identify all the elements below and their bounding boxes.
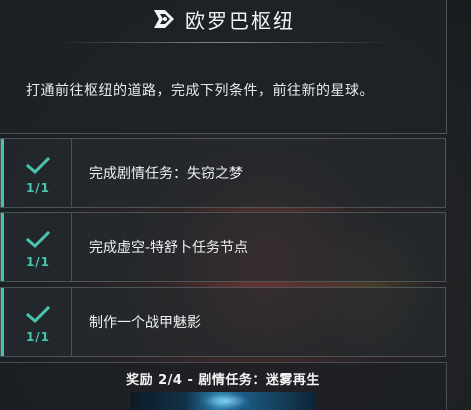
divider bbox=[55, 42, 395, 43]
task-row: 1/1 制作一个战甲魅影 bbox=[0, 287, 446, 357]
task-label: 制作一个战甲魅影 bbox=[89, 315, 201, 331]
checkmark-icon bbox=[26, 231, 50, 249]
checkmark-icon bbox=[26, 306, 50, 324]
task-progress: 1/1 bbox=[25, 255, 51, 269]
task-progress: 1/1 bbox=[25, 330, 51, 344]
panel-header: 欧罗巴枢纽 bbox=[0, 0, 446, 38]
relay-node-icon bbox=[154, 10, 174, 28]
task-label: 完成虚空-特舒卜任务节点 bbox=[89, 240, 249, 256]
reward-glow bbox=[200, 392, 250, 410]
reward-panel: 奖励 2/4 - 剧情任务：迷雾再生 bbox=[0, 362, 447, 410]
junction-info-panel: 欧罗巴枢纽 打通前往枢纽的道路，完成下列条件，前往新的星球。 bbox=[0, 0, 447, 134]
checkmark-icon bbox=[26, 157, 50, 175]
junction-description: 打通前往枢纽的道路，完成下列条件，前往新的星球。 bbox=[26, 83, 374, 99]
task-status: 1/1 bbox=[4, 139, 72, 207]
quest-reward-thumbnail[interactable] bbox=[130, 392, 316, 410]
task-row: 1/1 完成虚空-特舒卜任务节点 bbox=[0, 212, 446, 282]
reward-title: 奖励 2/4 - 剧情任务：迷雾再生 bbox=[126, 373, 320, 388]
task-row: 1/1 完成剧情任务：失窃之梦 bbox=[0, 138, 446, 208]
page-title: 欧罗巴枢纽 bbox=[185, 8, 295, 33]
task-label: 完成剧情任务：失窃之梦 bbox=[89, 166, 243, 182]
task-progress: 1/1 bbox=[25, 181, 51, 195]
task-status: 1/1 bbox=[4, 288, 72, 356]
task-status: 1/1 bbox=[4, 213, 72, 281]
